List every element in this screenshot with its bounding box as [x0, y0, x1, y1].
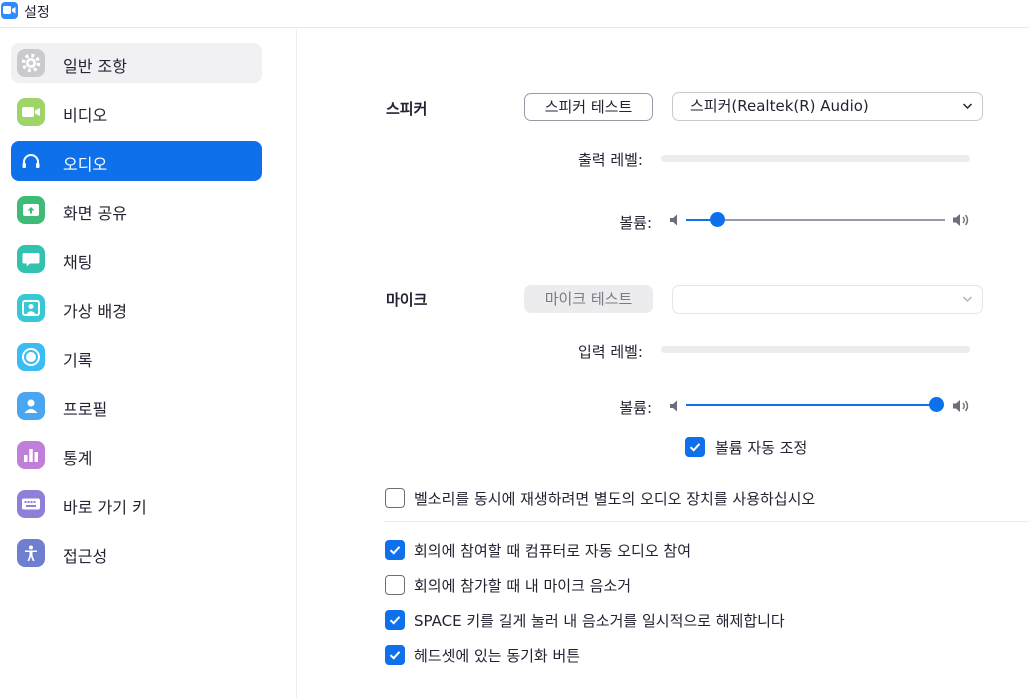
separate-ringtone-device-checkbox[interactable] [385, 488, 405, 508]
auto-join-computer-audio-label[interactable]: 회의에 참여할 때 컴퓨터로 자동 오디오 참여 [414, 540, 691, 561]
test-mic-button[interactable]: 마이크 테스트 [524, 285, 653, 313]
mute-mic-on-join-label[interactable]: 회의에 참가할 때 내 마이크 음소거 [414, 575, 631, 596]
input-level-meter [661, 346, 970, 353]
sidebar-item-label: 일반 조항 [63, 57, 127, 76]
checkmark-icon [389, 616, 401, 625]
volume-low-icon [670, 214, 677, 226]
checkmark-icon [389, 651, 401, 660]
sidebar-item-audio[interactable]: 오디오 [11, 141, 262, 181]
output-level-meter [661, 155, 970, 162]
headphones-icon [17, 147, 45, 175]
input-level-label: 입력 레벨: [577, 343, 643, 361]
speaker-device-value: 스피커(Realtek(R) Audio) [690, 97, 869, 115]
gear-icon [17, 49, 45, 77]
sidebar-item-statistics[interactable]: 통계 [11, 435, 262, 475]
sidebar-item-label: 화면 공유 [63, 204, 127, 223]
sidebar-item-chat[interactable]: 채팅 [11, 239, 262, 279]
video-camera-icon [17, 98, 45, 126]
space-key-unmute-checkbox[interactable] [385, 610, 405, 630]
sidebar-item-record[interactable]: 기록 [11, 337, 262, 377]
chevron-down-icon [962, 296, 973, 303]
checkmark-icon [689, 443, 701, 452]
speaker-device-select[interactable]: 스피커(Realtek(R) Audio) [672, 92, 983, 121]
statistics-icon [17, 441, 45, 469]
zoom-camera-icon [1, 2, 18, 19]
sidebar-item-label: 오디오 [63, 155, 108, 174]
sidebar-item-accessibility[interactable]: 접근성 [11, 533, 262, 573]
sidebar-item-label: 기록 [63, 351, 93, 370]
volume-high-icon [953, 214, 969, 226]
accessibility-icon [17, 539, 45, 567]
profile-icon [17, 392, 45, 420]
speaker-volume-thumb[interactable] [710, 212, 725, 227]
sidebar-item-label: 바로 가기 키 [63, 498, 147, 517]
sidebar-item-video[interactable]: 비디오 [11, 92, 262, 132]
separate-ringtone-device-label[interactable]: 벨소리를 동시에 재생하려면 별도의 오디오 장치를 사용하십시오 [414, 488, 815, 509]
window-title: 설정 [24, 5, 50, 21]
sidebar-item-label: 채팅 [63, 253, 93, 272]
speaker-volume-slider[interactable] [686, 212, 945, 227]
headset-sync-buttons-checkbox[interactable] [385, 645, 405, 665]
space-key-unmute-label[interactable]: SPACE 키를 길게 눌러 내 음소거를 일시적으로 해제합니다 [414, 610, 785, 631]
auto-join-computer-audio-checkbox[interactable] [385, 540, 405, 560]
sidebar: 일반 조항 비디오 오디오 화면 공유 채팅 가상 배경 기록 프로필 통계 바… [0, 29, 297, 698]
sidebar-item-profile[interactable]: 프로필 [11, 386, 262, 426]
mic-volume-slider[interactable] [686, 397, 944, 412]
mute-mic-on-join-checkbox[interactable] [385, 575, 405, 595]
sidebar-item-label: 접근성 [63, 547, 108, 566]
sidebar-item-share-screen[interactable]: 화면 공유 [11, 190, 262, 230]
title-bar: 설정 [0, 0, 1029, 28]
audio-settings-panel: 스피커 스피커 테스트 스피커(Realtek(R) Audio) 출력 레벨:… [298, 29, 1029, 698]
headset-sync-buttons-label[interactable]: 헤드셋에 있는 동기화 버튼 [414, 645, 580, 666]
speaker-section-label: 스피커 [386, 100, 428, 118]
volume-low-icon [670, 400, 677, 412]
speaker-volume-label: 볼륨: [619, 214, 652, 232]
share-screen-icon [17, 196, 45, 224]
keyboard-icon [17, 490, 45, 518]
mic-volume-label: 볼륨: [619, 399, 652, 417]
mic-volume-thumb[interactable] [929, 397, 944, 412]
mic-device-select[interactable] [672, 285, 983, 314]
mic-volume-fill [686, 404, 936, 406]
volume-high-icon [953, 400, 969, 412]
sidebar-item-virtual-background[interactable]: 가상 배경 [11, 288, 262, 328]
chevron-down-icon [962, 103, 973, 110]
sidebar-item-general[interactable]: 일반 조항 [11, 43, 262, 83]
divider [384, 521, 1029, 522]
virtual-background-icon [17, 294, 45, 322]
test-speaker-button[interactable]: 스피커 테스트 [524, 93, 653, 121]
output-level-label: 출력 레벨: [577, 151, 643, 169]
sidebar-item-label: 가상 배경 [63, 302, 127, 321]
sidebar-item-label: 비디오 [63, 106, 108, 125]
checkmark-icon [389, 546, 401, 555]
sidebar-item-shortcuts[interactable]: 바로 가기 키 [11, 484, 262, 524]
record-icon [17, 343, 45, 371]
sidebar-item-label: 통계 [63, 449, 93, 468]
auto-adjust-volume-label[interactable]: 볼륨 자동 조정 [715, 437, 807, 458]
chat-bubble-icon [17, 245, 45, 273]
mic-section-label: 마이크 [386, 291, 428, 309]
sidebar-item-label: 프로필 [63, 400, 108, 419]
auto-adjust-volume-checkbox[interactable] [685, 437, 705, 457]
